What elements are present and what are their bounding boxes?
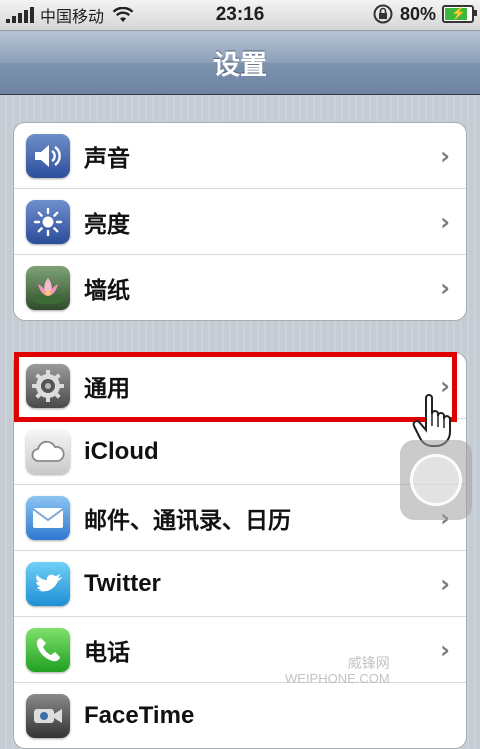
chevron-right-icon: ›: [440, 635, 450, 664]
assistive-touch-circle: [410, 454, 462, 506]
chevron-right-icon: ›: [440, 273, 450, 302]
navigation-bar: 设置: [0, 31, 480, 95]
facetime-icon: [26, 693, 70, 738]
rotation-lock-icon: [373, 4, 393, 24]
settings-group-1: 声音 › 亮度 › 墙纸 ›: [13, 122, 467, 321]
row-label: 邮件、通讯录、日历: [84, 507, 291, 534]
watermark: 威锋网 WEIPHONE.COM: [285, 655, 390, 687]
battery-icon: ⚡: [442, 5, 477, 23]
row-label: 墙纸: [84, 277, 130, 304]
row-label: 亮度: [84, 211, 130, 238]
row-label: FaceTime: [84, 701, 195, 729]
watermark-line-2: WEIPHONE.COM: [285, 671, 390, 686]
row-label: Twitter: [84, 569, 161, 597]
settings-row-facetime[interactable]: FaceTime: [14, 683, 466, 748]
wallpaper-icon: [26, 265, 70, 310]
general-gear-icon: [26, 363, 70, 408]
brightness-icon: [26, 199, 70, 244]
settings-row-wallpaper[interactable]: 墙纸 ›: [14, 255, 466, 320]
sound-icon: [26, 133, 70, 178]
settings-row-icloud[interactable]: iCloud: [14, 419, 466, 485]
settings-row-twitter[interactable]: Twitter ›: [14, 551, 466, 617]
twitter-icon: [26, 561, 70, 606]
settings-row-phone[interactable]: 电话 ›: [14, 617, 466, 683]
settings-row-mail-contacts-calendars[interactable]: 邮件、通讯录、日历 ›: [14, 485, 466, 551]
assistive-touch-button[interactable]: [400, 440, 472, 520]
settings-row-brightness[interactable]: 亮度 ›: [14, 189, 466, 255]
chevron-right-icon: ›: [440, 207, 450, 236]
settings-group-2: 通用 › iCloud 邮件、通讯录、日历 › Twitter ›: [13, 352, 467, 749]
chevron-right-icon: ›: [440, 141, 450, 170]
chevron-right-icon: ›: [440, 569, 450, 598]
row-label: 电话: [84, 639, 130, 666]
watermark-line-1: 威锋网: [347, 655, 390, 671]
phone-icon: [26, 627, 70, 672]
row-label: 声音: [84, 145, 130, 172]
mail-icon: [26, 495, 70, 540]
icloud-icon: [26, 429, 70, 474]
battery-percent: 80%: [399, 3, 436, 24]
status-bar: 中国移动 23:16 80% ⚡: [0, 0, 480, 31]
settings-row-sound[interactable]: 声音 ›: [14, 123, 466, 189]
row-label: 通用: [84, 375, 130, 402]
row-label: iCloud: [84, 437, 159, 465]
settings-row-general[interactable]: 通用 ›: [14, 353, 466, 419]
page-title: 设置: [213, 50, 267, 81]
